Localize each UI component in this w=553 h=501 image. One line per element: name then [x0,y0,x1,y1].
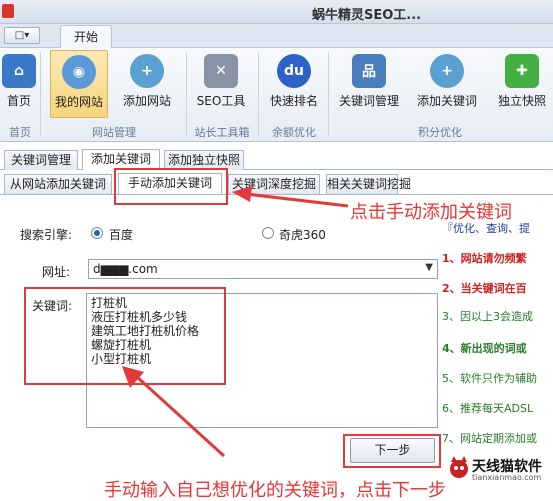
tips-header: 『优化、查询、提 [442,222,530,235]
quick-rank-button[interactable]: du 快速排名 [266,50,322,118]
tip-7: 7、网站定期添加或 [442,432,537,445]
tip-5: 5、软件只作为辅助 [442,372,537,385]
network-icon: 品 [352,54,386,88]
engine-360-label: 奇虎360 [279,228,326,242]
arrow-top [232,186,349,208]
tab-add-keyword[interactable]: 添加关键词 [82,149,160,170]
add-keyword-icon: + [430,54,464,88]
tab-start[interactable]: 开始 [60,25,112,49]
window-title: 蜗牛精灵SEO工... [312,8,422,23]
group-label-home: 首页 [9,126,31,139]
snapshot-button[interactable]: ✚ 独立快照 [494,50,550,118]
my-sites-button[interactable]: ◉ 我的网站 [50,50,108,118]
keyword-manage-button[interactable]: 品 关键词管理 [336,50,402,118]
group-label-points: 积分优化 [418,126,462,139]
url-value: d▆▆▆.com [93,262,158,276]
engine-baidu-label: 百度 [109,228,134,242]
radio-baidu[interactable] [91,227,103,239]
ribbon: ⌂ 首页 ◉ 我的网站 + 添加网站 ✕ SEO工具 du 快速排名 品 关键词… [0,48,553,142]
cat-logo-icon [450,456,468,478]
quick-access-button[interactable]: □▾ [4,27,40,44]
tip-6: 6、推荐每天ADSL [442,402,534,415]
annotation-enter-keywords: 手动输入自己想优化的关键词，点击下一步 [104,480,446,501]
brand-watermark: 天线猫软件 tianxianmao.com [442,454,553,482]
highlight-next [343,434,441,468]
url-select[interactable]: d▆▆▆.com ▼ [88,259,438,279]
seo-tools-button[interactable]: ✕ SEO工具 [194,50,248,118]
chevron-down-icon[interactable]: ▼ [425,262,433,273]
tip-2: 2、当关键词在百 [442,282,527,295]
engine-label: 搜索引擎: [20,228,73,242]
ribbon-tab-row: □▾ 开始 [0,24,553,49]
brand-url: tianxianmao.com [472,473,542,482]
app-icon[interactable] [2,4,14,18]
tab-add-snapshot[interactable]: 添加独立快照 [164,150,244,170]
tab-from-site[interactable]: 从网站添加关键词 [4,174,112,194]
url-label: 网址: [42,265,71,279]
add-site-button[interactable]: + 添加网站 [118,50,176,118]
tip-1: 1、网站请勿频繁 [442,252,527,265]
home-icon: ⌂ [2,54,36,88]
home-button[interactable]: ⌂ 首页 [2,50,36,118]
plus-icon: ✚ [505,54,539,88]
tab-strip-main: 关键词管理 添加关键词 添加独立快照 [0,149,553,170]
globe-icon: ◉ [62,55,96,89]
baidu-icon: du [277,54,311,88]
group-label-site-manage: 网站管理 [92,126,136,139]
radio-360[interactable] [262,227,274,239]
highlight-manual-tab [114,168,228,205]
group-label-toolbox: 站长工具箱 [194,126,250,139]
arrow-bottom [122,366,226,458]
add-site-icon: + [130,54,164,88]
tab-keyword-manage[interactable]: 关键词管理 [4,150,78,170]
add-keyword-button[interactable]: + 添加关键词 [414,50,480,118]
tip-4: 4、新出现的词或 [442,342,527,355]
group-label-balance: 余额优化 [272,126,316,139]
tools-icon: ✕ [204,54,238,88]
title-bar: 蜗牛精灵SEO工... [0,0,553,24]
tip-3: 3、因以上3会造成 [442,310,533,323]
